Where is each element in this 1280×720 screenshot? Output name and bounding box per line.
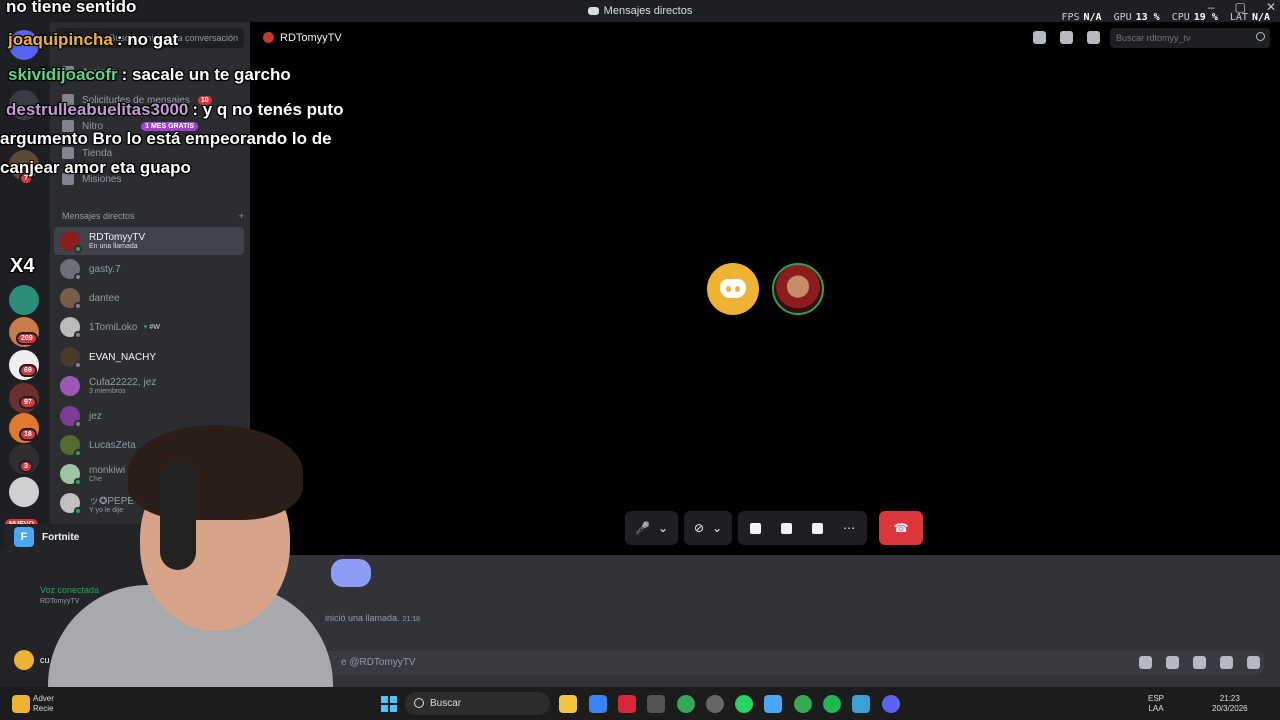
overlay-chat-line: no tiene sentido bbox=[6, 0, 137, 16]
avatar bbox=[60, 259, 82, 281]
status-indicator bbox=[74, 245, 82, 253]
emoji-icon[interactable] bbox=[1220, 656, 1233, 669]
taskbar-search[interactable]: Buscar bbox=[405, 692, 550, 715]
overlay-chat-line: argumento Bro lo está empeorando lo de bbox=[0, 129, 332, 148]
dm-item-evan-nachy[interactable]: EVAN_NACHY bbox=[54, 343, 244, 371]
search-icon bbox=[1256, 32, 1265, 41]
soundboard-icon[interactable] bbox=[812, 522, 824, 534]
whatsapp-icon[interactable] bbox=[735, 695, 753, 713]
discord-icon bbox=[587, 7, 599, 15]
search-input[interactable] bbox=[1110, 28, 1270, 48]
store-icon[interactable] bbox=[647, 695, 665, 713]
dm-item-rdtomyytv[interactable]: RDTomyyTV En una llamada bbox=[54, 227, 244, 255]
dm-item-dantee[interactable]: dantee bbox=[54, 284, 244, 312]
dm-item-group-cufa-jez[interactable]: Cufa22222, jez 3 miembros bbox=[54, 372, 244, 400]
avatar bbox=[60, 406, 82, 428]
start-button[interactable] bbox=[381, 696, 397, 712]
dm-item-gasty[interactable]: gasty.7 bbox=[54, 255, 244, 283]
avatar bbox=[60, 317, 82, 339]
call-actions: ⋯ bbox=[738, 511, 868, 545]
channel-header: RDTomyyTV bbox=[250, 22, 1280, 54]
header-toolbar bbox=[1033, 31, 1100, 44]
activities-icon[interactable] bbox=[781, 522, 793, 534]
gif-icon[interactable] bbox=[1166, 656, 1179, 669]
language-indicator[interactable]: ESP LAA bbox=[1148, 694, 1164, 714]
sticker-icon[interactable] bbox=[1193, 656, 1206, 669]
server-badge: 69 bbox=[19, 364, 37, 377]
gift-icon[interactable] bbox=[1139, 656, 1152, 669]
server-badge: 209 bbox=[16, 332, 38, 345]
chevron-down-icon[interactable]: ⌄ bbox=[712, 521, 722, 535]
notepad-icon[interactable] bbox=[852, 695, 870, 713]
overlay-chat-line: canjear amor eta guapo bbox=[0, 158, 191, 177]
message-input[interactable]: e @RDTomyyTV bbox=[266, 651, 1264, 675]
call-participant-avatar[interactable] bbox=[707, 263, 759, 315]
avatar bbox=[263, 32, 274, 43]
dm-item-1tomiloko[interactable]: 1TomiLoko ♥ #W bbox=[54, 313, 244, 341]
title-bar: Mensajes directos – ▢ ✕ FPS N/A GPU 13 % C… bbox=[0, 0, 1280, 23]
taskbar-clock[interactable]: 21:23 20/3/2026 bbox=[1212, 694, 1248, 714]
avatar bbox=[60, 231, 82, 253]
fortnite-icon: F bbox=[14, 527, 34, 547]
input-toolbar bbox=[1139, 656, 1260, 669]
chrome-icon[interactable] bbox=[794, 695, 812, 713]
avatar bbox=[60, 288, 82, 310]
status-indicator bbox=[74, 273, 82, 281]
webcam-overlay bbox=[48, 425, 333, 720]
overlay-chat-line: destrulleabuelitas3000: y q no tenés put… bbox=[6, 100, 344, 119]
app-icon[interactable] bbox=[589, 695, 607, 713]
screen-share-icon[interactable] bbox=[750, 522, 762, 534]
dm-section-header: Mensajes directos + bbox=[62, 211, 244, 221]
avatar bbox=[14, 650, 34, 670]
server-badge: 18 bbox=[19, 428, 37, 441]
overlay-multiplier: X4 bbox=[10, 255, 35, 277]
channel-name: RDTomyyTV bbox=[280, 32, 342, 44]
app-icon[interactable] bbox=[706, 695, 724, 713]
microphone-button[interactable]: 🎤 ⌄ bbox=[625, 511, 679, 545]
server-icon[interactable] bbox=[9, 285, 39, 315]
app-icon[interactable] bbox=[618, 695, 636, 713]
discord-icon[interactable] bbox=[882, 695, 900, 713]
chrome-icon[interactable] bbox=[677, 695, 695, 713]
file-explorer-icon[interactable] bbox=[559, 695, 577, 713]
add-friends-icon[interactable] bbox=[1060, 31, 1073, 44]
chevron-down-icon[interactable]: ⌄ bbox=[658, 521, 668, 535]
profile-tag: ♥ #W bbox=[143, 323, 160, 331]
fortnite-icon[interactable] bbox=[764, 695, 782, 713]
server-badge: 97 bbox=[19, 396, 37, 409]
disconnect-button[interactable]: ☎ bbox=[879, 511, 924, 545]
taskbar: Adver Recie Buscar ESP LAA 21:23 20/3/2026 bbox=[0, 687, 1280, 720]
call-controls: 🎤 ⌄ ⊘ ⌄ ⋯ ☎ bbox=[625, 511, 924, 545]
call-started-message: inició una llamada. 21:18 bbox=[325, 613, 421, 623]
profile-icon[interactable] bbox=[1087, 31, 1100, 44]
group-avatar bbox=[60, 376, 80, 396]
server-badge: 3 bbox=[19, 460, 33, 473]
chat-area: inició una llamada. 21:18 e @RDTomyyTV bbox=[250, 555, 1280, 687]
widget-text[interactable]: Adver Recie bbox=[33, 694, 54, 714]
user-panel[interactable]: cu bbox=[14, 650, 50, 670]
add-dm-button[interactable]: + bbox=[239, 211, 244, 221]
microphone-icon: 🎤 bbox=[635, 521, 650, 535]
avatar bbox=[60, 347, 82, 369]
camera-button[interactable]: ⊘ ⌄ bbox=[684, 511, 733, 545]
more-options-icon[interactable]: ⋯ bbox=[843, 521, 855, 535]
pin-icon[interactable] bbox=[1033, 31, 1046, 44]
camera-off-icon: ⊘ bbox=[694, 521, 705, 535]
call-participant-avatar[interactable] bbox=[772, 263, 824, 315]
status-indicator bbox=[74, 361, 82, 369]
weather-icon[interactable] bbox=[12, 695, 30, 713]
apps-icon[interactable] bbox=[1247, 656, 1260, 669]
status-indicator bbox=[74, 331, 82, 339]
spotify-icon[interactable] bbox=[823, 695, 841, 713]
status-indicator bbox=[74, 302, 82, 310]
hang-up-icon: ☎ bbox=[893, 521, 909, 535]
server-icon[interactable] bbox=[9, 477, 39, 507]
overlay-chat-line: joaquipincha: no gat bbox=[8, 30, 179, 49]
headphones-icon bbox=[160, 460, 196, 570]
overlay-chat-line: skividijoacofr: sacale un te garcho bbox=[8, 65, 291, 84]
